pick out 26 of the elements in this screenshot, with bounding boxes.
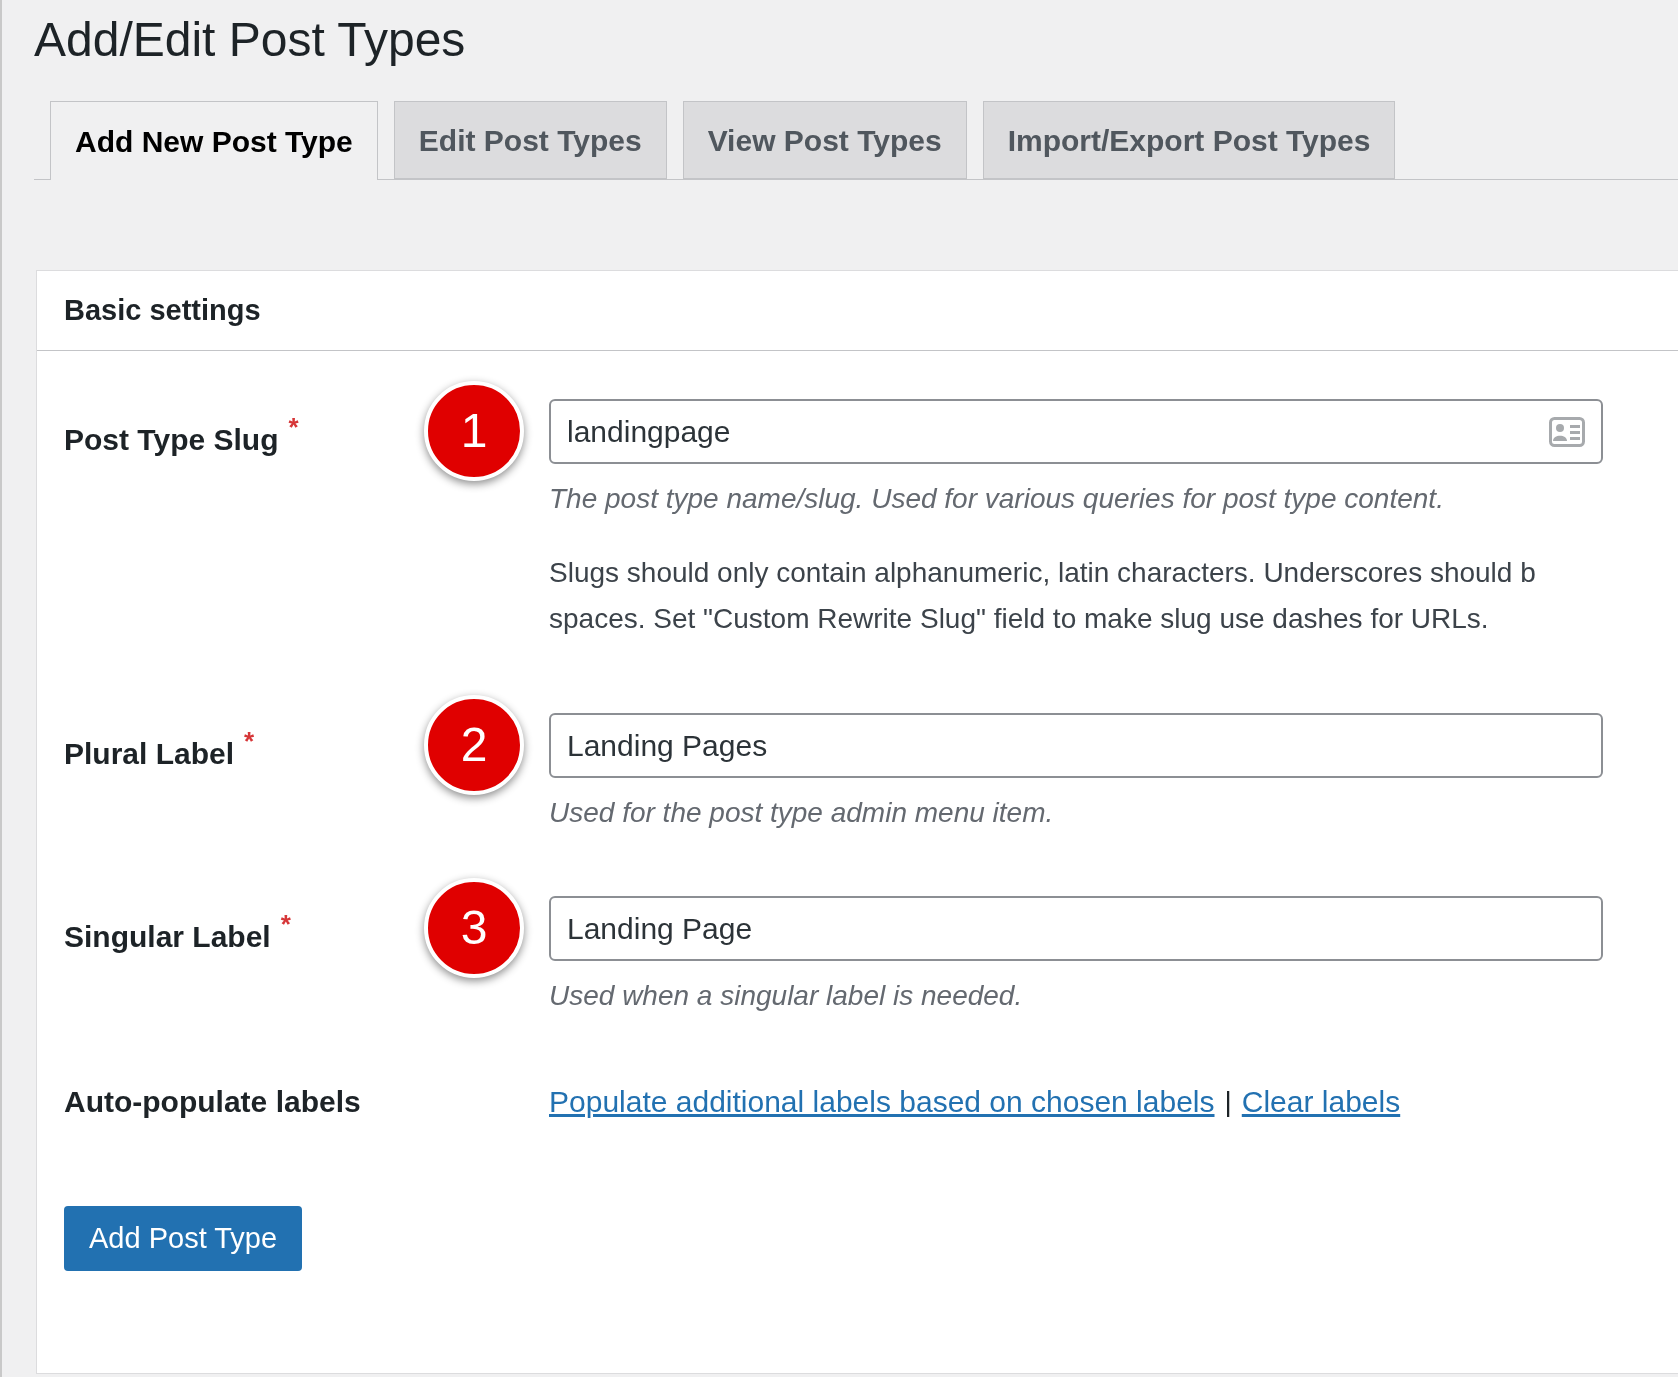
field-description: Used when a singular label is needed. bbox=[549, 979, 1024, 1013]
clear-labels-link[interactable]: Clear labels bbox=[1241, 1079, 1401, 1124]
field-label: Post Type Slug bbox=[64, 422, 279, 458]
page-title: Add/Edit Post Types bbox=[34, 12, 466, 68]
text-input[interactable]: Landing Pages bbox=[549, 713, 1603, 778]
help-text: Slugs should only contain alphanumeric, latin characters. Underscores should b bbox=[549, 556, 1537, 590]
separator-text: | bbox=[1224, 1084, 1232, 1119]
tab[interactable]: Import/Export Post Types bbox=[982, 101, 1396, 179]
add-post-type-button[interactable]: Add Post Type bbox=[64, 1206, 303, 1271]
field-description: Used for the post type admin menu item. bbox=[549, 796, 1055, 830]
field-description: The post type name/slug. Used for various queries for post type content. bbox=[549, 482, 1445, 516]
field-label: Plural Label bbox=[64, 736, 235, 772]
section-title: Basic settings bbox=[64, 292, 261, 328]
tab[interactable]: Edit Post Types bbox=[393, 101, 667, 179]
required-mark: * bbox=[288, 417, 299, 437]
text-input[interactable]: landingpage bbox=[549, 399, 1603, 464]
text-input[interactable]: Landing Page bbox=[549, 896, 1603, 961]
populate-labels-link[interactable]: Populate additional labels based on chosen labels bbox=[549, 1079, 1215, 1124]
help-text: spaces. Set "Custom Rewrite Slug" field to make slug use dashes for URLs. bbox=[549, 602, 1490, 636]
required-mark: * bbox=[280, 914, 291, 934]
tab[interactable]: View Post Types bbox=[682, 101, 967, 179]
field-label: Singular Label bbox=[64, 919, 271, 955]
field-label: Auto-populate labels bbox=[64, 1084, 362, 1120]
tab[interactable]: Add New Post Type bbox=[50, 101, 378, 180]
contact-card-icon bbox=[1549, 416, 1585, 447]
required-mark: * bbox=[244, 731, 255, 751]
